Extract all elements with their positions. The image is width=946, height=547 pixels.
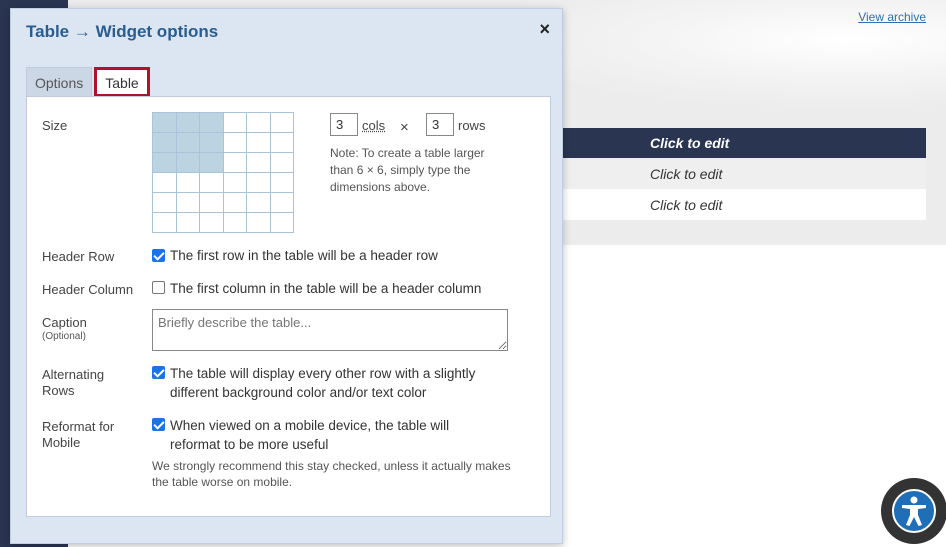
size-grid-cell[interactable] — [223, 173, 247, 193]
background-table: Click to edit Click to edit Click to edi… — [562, 128, 926, 220]
size-grid-cell[interactable] — [153, 133, 177, 153]
background-table-header[interactable]: Click to edit — [562, 128, 926, 158]
caption-label: Caption (Optional) — [42, 315, 87, 343]
size-grid-cell[interactable] — [270, 193, 294, 213]
reformat-mobile-checkbox[interactable] — [152, 418, 165, 431]
size-grid-cell[interactable] — [153, 213, 177, 233]
size-grid-cell[interactable] — [247, 213, 271, 233]
table-row[interactable]: Click to edit — [562, 158, 926, 189]
size-grid-cell[interactable] — [176, 133, 200, 153]
size-grid-cell[interactable] — [200, 173, 224, 193]
size-note: Note: To create a table larger than 6 × … — [330, 146, 485, 194]
rows-label: rows — [458, 118, 486, 133]
reformat-mobile-label: Reformat for Mobile — [42, 419, 115, 450]
dialog-title: Table → Widget options — [26, 22, 219, 41]
size-grid-cell[interactable] — [247, 193, 271, 213]
size-grid-cell[interactable] — [176, 193, 200, 213]
caption-optional-label: (Optional) — [42, 331, 86, 342]
size-label: Size — [42, 118, 68, 133]
header-column-text: The first column in the table will be a … — [170, 281, 482, 296]
header-row-text: The first row in the table will be a hea… — [170, 248, 438, 263]
size-grid-cell[interactable] — [200, 193, 224, 213]
header-row-checkbox[interactable] — [152, 249, 165, 262]
tab-bar: Options Table — [26, 67, 152, 97]
accessibility-icon — [892, 489, 936, 533]
size-grid-cell[interactable] — [200, 133, 224, 153]
size-grid-cell[interactable] — [270, 113, 294, 133]
reformat-mobile-text: When viewed on a mobile device, the tabl… — [170, 418, 450, 452]
cols-input[interactable] — [330, 113, 358, 136]
widget-options-dialog: Table → Widget options × Options Table S… — [10, 8, 563, 544]
size-grid-cell[interactable] — [200, 113, 224, 133]
size-grid-cell[interactable] — [153, 113, 177, 133]
size-grid-cell[interactable] — [153, 153, 177, 173]
size-grid-cell[interactable] — [223, 193, 247, 213]
tab-options[interactable]: Options — [26, 67, 93, 97]
size-grid-cell[interactable] — [176, 213, 200, 233]
alternating-rows-text: The table will display every other row w… — [170, 366, 476, 400]
size-grid-cell[interactable] — [270, 153, 294, 173]
close-button[interactable]: × — [539, 20, 550, 38]
size-grid-cell[interactable] — [153, 173, 177, 193]
size-grid-cell[interactable] — [270, 173, 294, 193]
size-grid-cell[interactable] — [247, 113, 271, 133]
header-row-label: Header Row — [42, 249, 115, 264]
times-symbol: × — [400, 119, 409, 136]
header-column-checkbox[interactable] — [152, 281, 165, 294]
reformat-mobile-recommendation: We strongly recommend this stay checked,… — [152, 459, 511, 489]
alternating-rows-label: Alternating Rows — [42, 367, 105, 398]
rows-input[interactable] — [426, 113, 454, 136]
size-grid-cell[interactable] — [223, 133, 247, 153]
tab-table[interactable]: Table — [94, 67, 150, 97]
caption-textarea[interactable] — [152, 309, 508, 351]
table-options-panel: Size cols × rows Note: To create a table… — [26, 96, 551, 517]
alternating-rows-checkbox[interactable] — [152, 366, 165, 379]
table-row[interactable]: Click to edit — [562, 189, 926, 220]
size-grid-cell[interactable] — [270, 133, 294, 153]
size-grid-cell[interactable] — [200, 153, 224, 173]
size-grid-cell[interactable] — [176, 153, 200, 173]
size-grid-cell[interactable] — [247, 133, 271, 153]
size-grid-cell[interactable] — [247, 153, 271, 173]
size-grid-cell[interactable] — [176, 113, 200, 133]
size-grid-cell[interactable] — [223, 213, 247, 233]
size-grid-cell[interactable] — [153, 193, 177, 213]
size-grid-cell[interactable] — [200, 213, 224, 233]
size-grid-cell[interactable] — [223, 113, 247, 133]
caption-label-text: Caption — [42, 315, 87, 330]
size-grid-cell[interactable] — [247, 173, 271, 193]
table-size-picker[interactable] — [152, 112, 294, 233]
size-grid-cell[interactable] — [176, 173, 200, 193]
size-grid-cell[interactable] — [270, 213, 294, 233]
header-column-label: Header Column — [42, 282, 134, 297]
size-grid-cell[interactable] — [223, 153, 247, 173]
view-archive-link[interactable]: View archive — [858, 10, 926, 24]
accessibility-button[interactable] — [881, 478, 946, 544]
cols-label: cols — [362, 118, 386, 133]
